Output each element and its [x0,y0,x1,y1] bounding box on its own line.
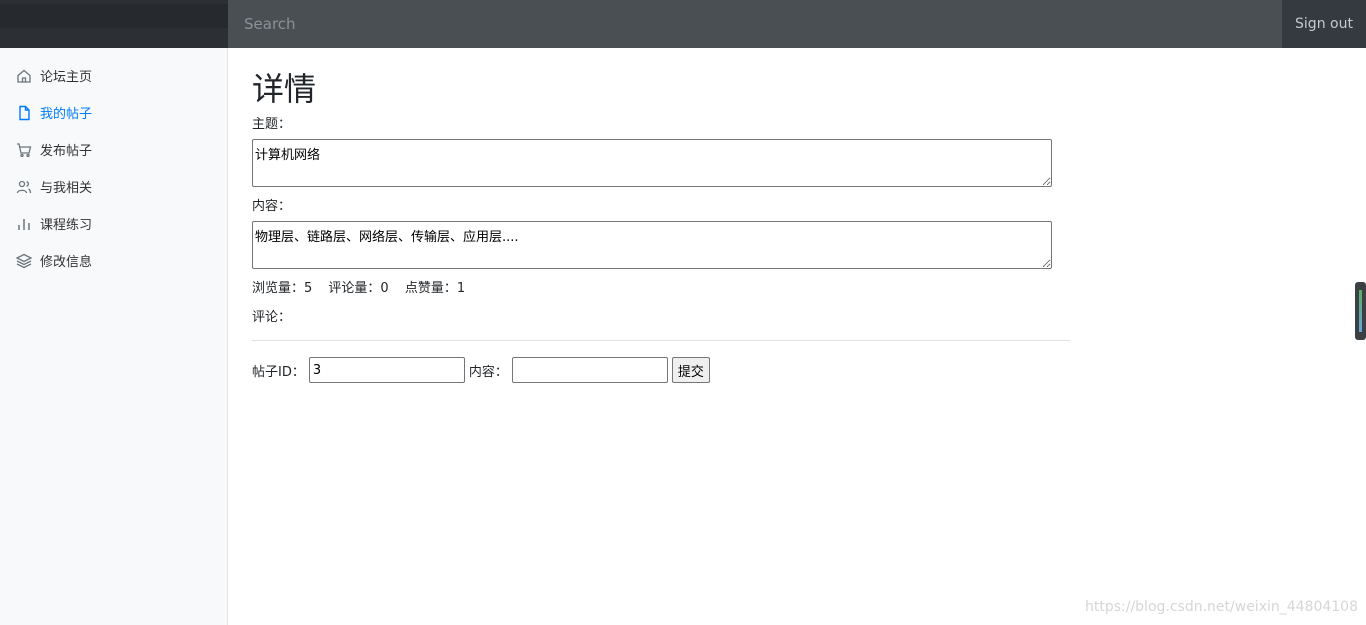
home-icon [16,68,32,84]
comments-count: 评论量：0 [328,281,389,296]
cart-icon [16,142,32,158]
brand-strip [0,4,228,28]
sidebar-item-forum-home[interactable]: 论坛主页 [0,57,228,94]
post-id-label: 帖子ID： [252,364,305,380]
sidebar-item-label: 修改信息 [40,255,93,270]
sidebar-item-publish-post[interactable]: 发布帖子 [0,131,228,168]
divider [252,340,1070,341]
main-content: 详情 主题： 计算机网络 内容： 物理层、链路层、网络层、传输层、应用层....… [228,48,1366,625]
users-icon [16,179,32,195]
sign-out-link[interactable]: Sign out [1282,0,1366,48]
watermark: https://blog.csdn.net/weixin_44804108 [1084,599,1358,615]
sidebar-item-related-to-me[interactable]: 与我相关 [0,168,228,205]
layers-icon [16,253,32,269]
sidebar-item-label: 我的帖子 [40,107,93,122]
brand-area [0,0,228,48]
sidebar: 论坛主页 我的帖子 发布帖子 与我相关 课程练习 修改信息 [0,48,228,625]
submit-button[interactable]: 提交 [671,357,710,383]
top-navbar: Sign out [0,0,1366,48]
post-id-input[interactable] [308,357,465,383]
views-count: 浏览量：5 [252,281,313,296]
post-stats: 浏览量：5 评论量：0 点赞量：1 [252,277,477,296]
handle-indicator [1359,290,1362,332]
comment-content-input[interactable] [511,357,668,383]
sidebar-item-label: 论坛主页 [40,70,93,85]
subject-textarea[interactable]: 计算机网络 [252,139,1052,187]
sidebar-item-label: 与我相关 [40,181,93,196]
file-icon [16,105,32,121]
likes-count: 点赞量：1 [404,281,466,296]
subject-label: 主题： [252,117,292,132]
comment-form: 帖子ID： 内容： 提交 [252,357,710,383]
sidebar-item-edit-profile[interactable]: 修改信息 [0,242,228,279]
content-textarea[interactable]: 物理层、链路层、网络层、传输层、应用层.... [252,221,1052,269]
sidebar-item-course-practice[interactable]: 课程练习 [0,205,228,242]
sidebar-item-my-posts[interactable]: 我的帖子 [0,94,228,131]
comment-content-label: 内容： [468,364,508,380]
content-label: 内容： [252,199,292,214]
bar-chart-icon [16,216,32,232]
side-handle[interactable] [1355,282,1366,340]
page-title: 详情 [252,70,317,108]
search-input[interactable] [228,0,1282,48]
comments-label: 评论： [252,310,292,325]
sidebar-item-label: 课程练习 [40,218,93,233]
sidebar-item-label: 发布帖子 [40,144,93,159]
